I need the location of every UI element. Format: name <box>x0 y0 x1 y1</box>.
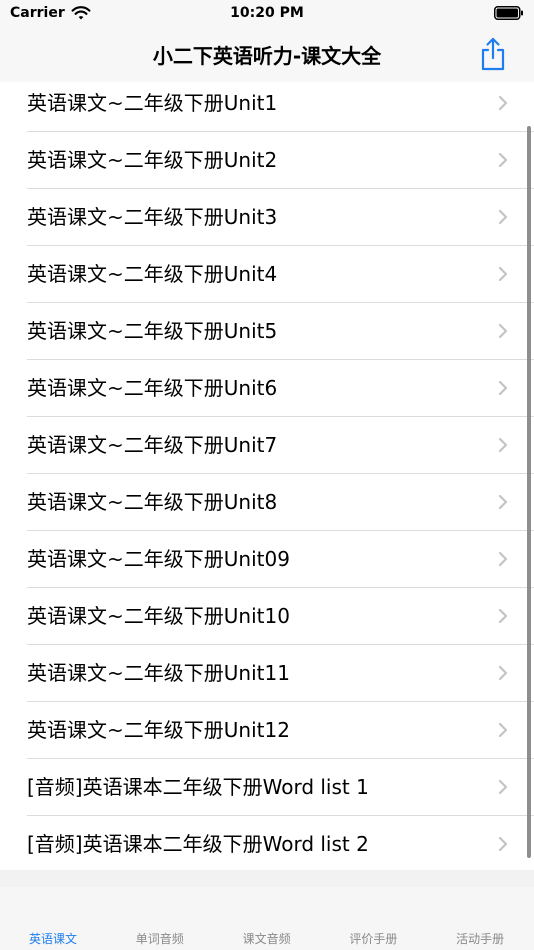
list-item-label: 英语课文~二年级下册Unit09 <box>27 547 290 571</box>
chevron-right-icon <box>498 494 508 510</box>
list-item[interactable]: [音频]英语课本二年级下册Word list 2 <box>0 816 534 870</box>
list-item[interactable]: 英语课文~二年级下册Unit3 <box>0 189 534 246</box>
list-item[interactable]: 英语课文~二年级下册Unit2 <box>0 132 534 189</box>
chevron-right-icon <box>498 323 508 339</box>
tab-item[interactable]: 英语课文 <box>0 930 106 947</box>
list-item-label: 英语课文~二年级下册Unit3 <box>27 205 278 229</box>
chevron-right-icon <box>498 779 508 795</box>
list-item[interactable]: 英语课文~二年级下册Unit10 <box>0 588 534 645</box>
tab-bar: 英语课文 单词音频 课文音频 评价手册 活动手册 <box>0 887 534 950</box>
tab-item[interactable]: 评价手册 <box>320 930 426 947</box>
list-item-label: 英语课文~二年级下册Unit2 <box>27 148 278 172</box>
list-item-label: [音频]英语课本二年级下册Word list 2 <box>27 832 369 856</box>
tab-item[interactable]: 活动手册 <box>427 930 533 947</box>
chevron-right-icon <box>498 380 508 396</box>
list-item-label: 英语课文~二年级下册Unit10 <box>27 604 290 628</box>
list-footer <box>0 870 534 888</box>
chevron-right-icon <box>498 209 508 225</box>
page-title: 小二下英语听力-课文大全 <box>152 44 382 68</box>
share-button[interactable] <box>478 36 508 72</box>
list-item[interactable]: 英语课文~二年级下册Unit7 <box>0 417 534 474</box>
status-bar: Carrier 10:20 PM <box>0 0 534 28</box>
scrollbar[interactable] <box>527 126 531 858</box>
list-item-label: 英语课文~二年级下册Unit1 <box>27 91 278 115</box>
unit-list[interactable]: 英语课文~二年级下册Unit1 英语课文~二年级下册Unit2 英语课文~二年级下册… <box>0 82 534 870</box>
list-item[interactable]: 英语课文~二年级下册Unit1 <box>0 82 534 132</box>
list-item[interactable]: 英语课文~二年级下册Unit09 <box>0 531 534 588</box>
chevron-right-icon <box>498 665 508 681</box>
chevron-right-icon <box>498 152 508 168</box>
list-item-label: 英语课文~二年级下册Unit8 <box>27 490 278 514</box>
list-item[interactable]: 英语课文~二年级下册Unit5 <box>0 303 534 360</box>
list-item-label: 英语课文~二年级下册Unit4 <box>27 262 278 286</box>
navigation-bar: 小二下英语听力-课文大全 <box>0 28 534 83</box>
chevron-right-icon <box>498 836 508 852</box>
list-item-label: 英语课文~二年级下册Unit5 <box>27 319 278 343</box>
list-item[interactable]: 英语课文~二年级下册Unit12 <box>0 702 534 759</box>
battery-icon <box>494 6 523 20</box>
chevron-right-icon <box>498 551 508 567</box>
list-item-label: [音频]英语课本二年级下册Word list 1 <box>27 775 369 799</box>
chevron-right-icon <box>498 608 508 624</box>
list-item[interactable]: 英语课文~二年级下册Unit6 <box>0 360 534 417</box>
list-item-label: 英语课文~二年级下册Unit12 <box>27 718 290 742</box>
list-item[interactable]: 英语课文~二年级下册Unit4 <box>0 246 534 303</box>
chevron-right-icon <box>498 95 508 111</box>
tab-item[interactable]: 单词音频 <box>107 930 213 947</box>
chevron-right-icon <box>498 437 508 453</box>
list-item[interactable]: [音频]英语课本二年级下册Word list 1 <box>0 759 534 816</box>
list-item[interactable]: 英语课文~二年级下册Unit8 <box>0 474 534 531</box>
list-item-label: 英语课文~二年级下册Unit7 <box>27 433 278 457</box>
list-item-label: 英语课文~二年级下册Unit6 <box>27 376 278 400</box>
tab-item[interactable]: 课文音频 <box>214 930 320 947</box>
clock: 10:20 PM <box>230 5 304 21</box>
chevron-right-icon <box>498 266 508 282</box>
chevron-right-icon <box>498 722 508 738</box>
list-item[interactable]: 英语课文~二年级下册Unit11 <box>0 645 534 702</box>
list-item-label: 英语课文~二年级下册Unit11 <box>27 661 290 685</box>
